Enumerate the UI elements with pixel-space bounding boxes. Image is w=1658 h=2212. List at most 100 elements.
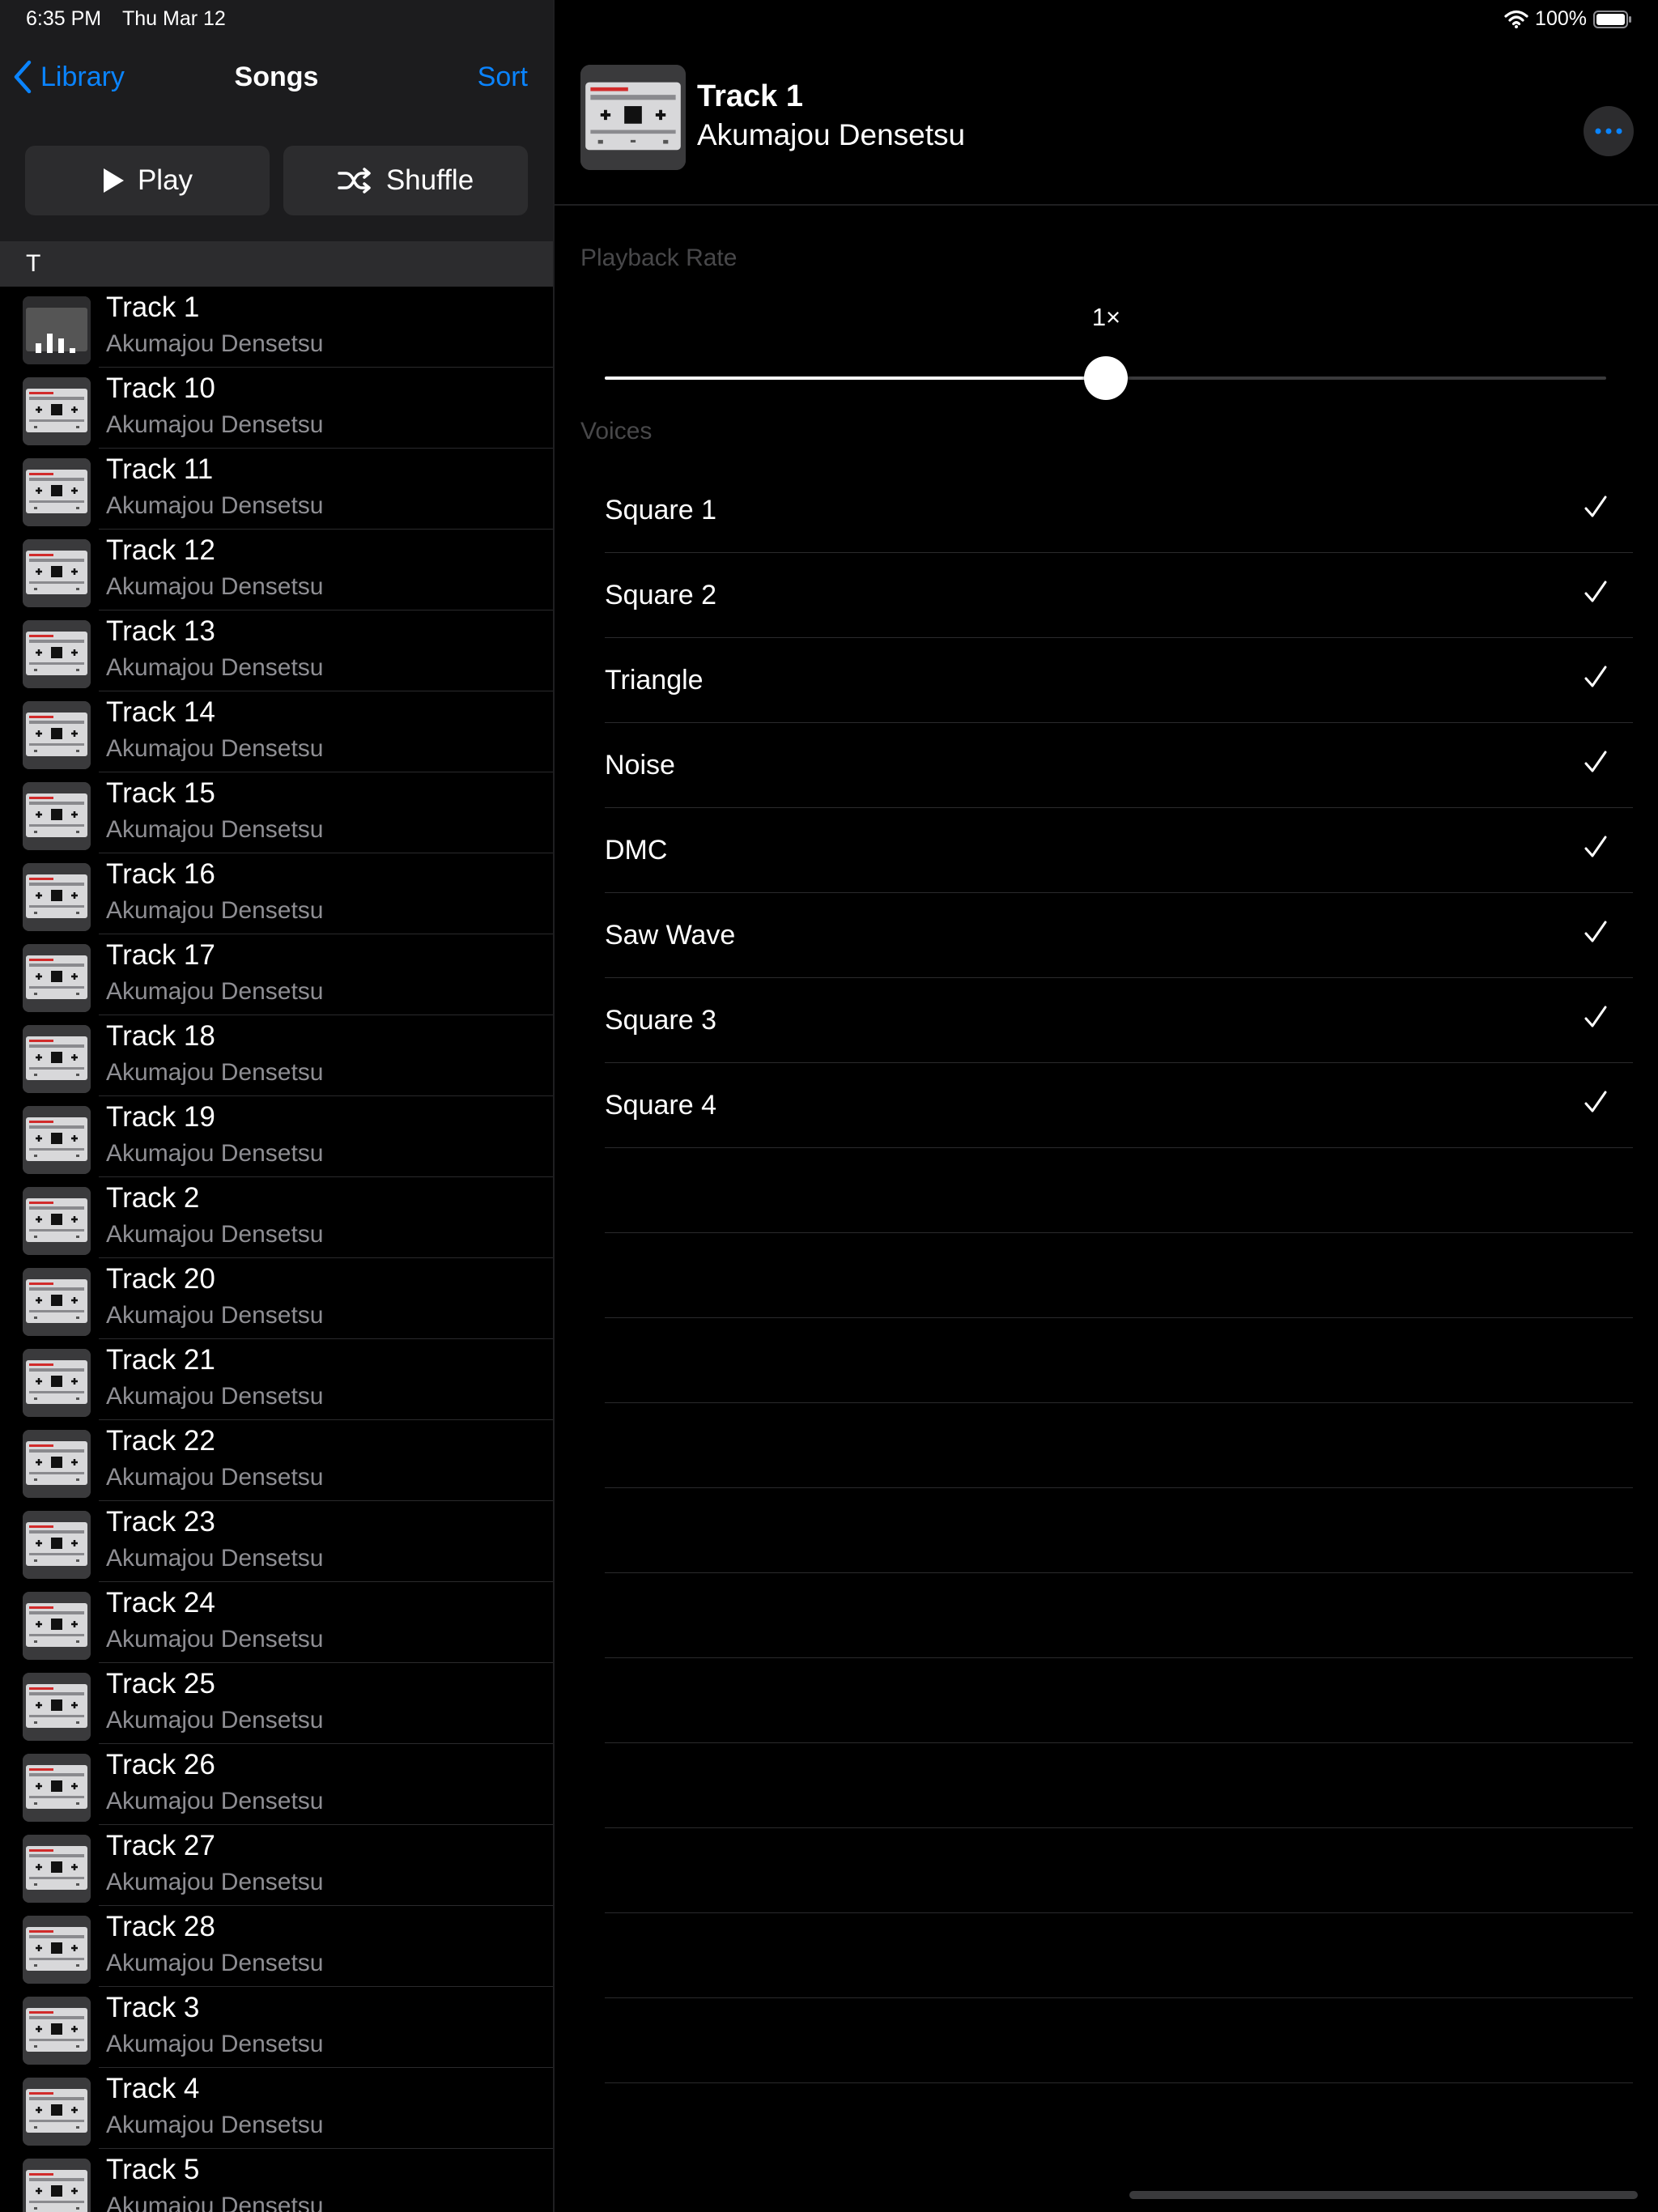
voice-row[interactable]: Square 3 bbox=[605, 978, 1633, 1063]
slider-thumb[interactable] bbox=[1083, 356, 1128, 400]
play-label: Play bbox=[137, 164, 193, 196]
home-indicator bbox=[1129, 2191, 1638, 2199]
song-thumbnail bbox=[23, 1754, 91, 1822]
song-title: Track 27 bbox=[106, 1830, 215, 1861]
checkmark-icon bbox=[1583, 494, 1609, 520]
cartridge-icon bbox=[23, 1349, 91, 1417]
empty-row bbox=[605, 1318, 1633, 1403]
song-thumbnail bbox=[23, 1268, 91, 1336]
checkmark-icon bbox=[1583, 579, 1609, 605]
song-artist: Akumajou Densetsu bbox=[106, 330, 324, 357]
song-title: Track 13 bbox=[106, 615, 215, 647]
voice-row[interactable]: Square 1 bbox=[605, 468, 1633, 553]
song-title: Track 16 bbox=[106, 858, 215, 890]
song-title: Track 17 bbox=[106, 939, 215, 971]
song-row[interactable]: Track 20 Akumajou Densetsu bbox=[0, 1258, 553, 1339]
song-row[interactable]: Track 11 Akumajou Densetsu bbox=[0, 449, 553, 530]
voice-row[interactable]: Saw Wave bbox=[605, 893, 1633, 978]
voice-name: Triangle bbox=[605, 665, 704, 696]
song-title: Track 19 bbox=[106, 1101, 215, 1133]
song-row[interactable]: Track 21 Akumajou Densetsu bbox=[0, 1339, 553, 1420]
song-title: Track 15 bbox=[106, 777, 215, 809]
song-row[interactable]: Track 19 Akumajou Densetsu bbox=[0, 1096, 553, 1177]
voice-row[interactable]: DMC bbox=[605, 808, 1633, 893]
voice-row[interactable]: Square 4 bbox=[605, 1063, 1633, 1148]
song-title: Track 18 bbox=[106, 1020, 215, 1052]
song-row[interactable]: Track 14 Akumajou Densetsu bbox=[0, 691, 553, 772]
voice-row[interactable]: Noise bbox=[605, 723, 1633, 808]
song-title: Track 23 bbox=[106, 1506, 215, 1538]
song-artist: Akumajou Densetsu bbox=[106, 1869, 324, 1895]
empty-row bbox=[605, 1743, 1633, 1828]
cartridge-icon bbox=[23, 944, 91, 1012]
song-artist: Akumajou Densetsu bbox=[106, 1950, 324, 1976]
song-thumbnail bbox=[23, 1349, 91, 1417]
song-thumbnail bbox=[23, 1511, 91, 1579]
status-date: Thu Mar 12 bbox=[122, 7, 226, 30]
song-list: Track 1 Akumajou Densetsu Track 10 Akumajou… bbox=[0, 287, 553, 2212]
song-row[interactable]: Track 13 Akumajou Densetsu bbox=[0, 610, 553, 691]
sort-button[interactable]: Sort bbox=[478, 62, 528, 93]
song-row[interactable]: Track 24 Akumajou Densetsu bbox=[0, 1582, 553, 1663]
empty-row bbox=[605, 1148, 1633, 1233]
song-row[interactable]: Track 5 Akumajou Densetsu bbox=[0, 2149, 553, 2212]
voice-name: Saw Wave bbox=[605, 920, 736, 951]
song-row[interactable]: Track 27 Akumajou Densetsu bbox=[0, 1825, 553, 1906]
empty-row bbox=[605, 1488, 1633, 1573]
song-row[interactable]: Track 15 Akumajou Densetsu bbox=[0, 772, 553, 853]
song-row[interactable]: Track 28 Akumajou Densetsu bbox=[0, 1906, 553, 1987]
song-row[interactable]: Track 10 Akumajou Densetsu bbox=[0, 368, 553, 449]
cartridge-icon bbox=[23, 377, 91, 445]
empty-row bbox=[605, 1403, 1633, 1488]
song-row[interactable]: Track 16 Akumajou Densetsu bbox=[0, 853, 553, 934]
song-row[interactable]: Track 4 Akumajou Densetsu bbox=[0, 2068, 553, 2149]
song-row[interactable]: Track 25 Akumajou Densetsu bbox=[0, 1663, 553, 1744]
ellipsis-icon bbox=[1595, 124, 1622, 138]
song-row[interactable]: Track 26 Akumajou Densetsu bbox=[0, 1744, 553, 1825]
cartridge-icon bbox=[23, 458, 91, 526]
song-artist: Akumajou Densetsu bbox=[106, 2193, 324, 2212]
song-row[interactable]: Track 18 Akumajou Densetsu bbox=[0, 1015, 553, 1096]
song-thumbnail bbox=[23, 296, 91, 364]
song-row[interactable]: Track 2 Akumajou Densetsu bbox=[0, 1177, 553, 1258]
action-buttons: Play Shuffle bbox=[0, 120, 553, 241]
shuffle-button[interactable]: Shuffle bbox=[283, 146, 528, 215]
song-thumbnail bbox=[23, 1916, 91, 1984]
cartridge-icon bbox=[23, 863, 91, 931]
song-artist: Akumajou Densetsu bbox=[106, 1626, 324, 1653]
checkmark-icon bbox=[1583, 1004, 1609, 1030]
cartridge-icon bbox=[23, 1592, 91, 1660]
checkmark-icon bbox=[1583, 1089, 1609, 1115]
voice-name: Square 4 bbox=[605, 1090, 716, 1121]
now-playing-bars-icon bbox=[23, 296, 91, 364]
song-row[interactable]: Track 23 Akumajou Densetsu bbox=[0, 1501, 553, 1582]
song-title: Track 11 bbox=[106, 453, 214, 485]
voice-name: Square 3 bbox=[605, 1005, 716, 1036]
cartridge-icon bbox=[23, 1673, 91, 1741]
checkmark-icon bbox=[1583, 834, 1609, 860]
voice-name: Square 1 bbox=[605, 495, 716, 525]
play-icon bbox=[102, 168, 138, 194]
song-thumbnail bbox=[23, 944, 91, 1012]
empty-row bbox=[605, 1913, 1633, 1998]
song-title: Track 2 bbox=[106, 1182, 200, 1214]
wifi-icon bbox=[1504, 10, 1528, 29]
song-thumbnail bbox=[23, 1592, 91, 1660]
voice-row[interactable]: Square 2 bbox=[605, 553, 1633, 638]
more-button[interactable] bbox=[1584, 106, 1634, 156]
song-row[interactable]: Track 12 Akumajou Densetsu bbox=[0, 530, 553, 610]
cartridge-icon bbox=[23, 1916, 91, 1984]
song-row[interactable]: Track 1 Akumajou Densetsu bbox=[0, 287, 553, 368]
song-artist: Akumajou Densetsu bbox=[106, 1059, 324, 1086]
now-playing-pane: Track 1 Akumajou Densetsu Playback Rate … bbox=[555, 0, 1658, 2212]
playback-rate-slider[interactable] bbox=[605, 356, 1606, 400]
voice-row[interactable]: Triangle bbox=[605, 638, 1633, 723]
song-row[interactable]: Track 3 Akumajou Densetsu bbox=[0, 1987, 553, 2068]
song-row[interactable]: Track 22 Akumajou Densetsu bbox=[0, 1420, 553, 1501]
song-row[interactable]: Track 17 Akumajou Densetsu bbox=[0, 934, 553, 1015]
song-title: Track 26 bbox=[106, 1749, 215, 1780]
song-artist: Akumajou Densetsu bbox=[106, 1140, 324, 1167]
section-header: T bbox=[0, 241, 553, 287]
play-button[interactable]: Play bbox=[25, 146, 270, 215]
song-artist: Akumajou Densetsu bbox=[106, 492, 324, 519]
